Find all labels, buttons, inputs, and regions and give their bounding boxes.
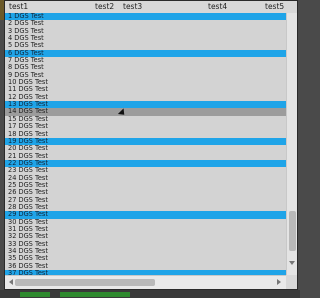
list-row[interactable]: 10 DGS Test <box>5 79 286 86</box>
column-header-test1[interactable]: test1 <box>9 1 28 13</box>
horizontal-scrollbar[interactable] <box>5 275 286 289</box>
list-row[interactable]: 4 DGS Test <box>5 35 286 42</box>
list-row[interactable]: 20 DGS Test <box>5 145 286 152</box>
column-header-test5[interactable]: test5 <box>265 1 284 13</box>
list-row[interactable]: 7 DGS Test <box>5 57 286 64</box>
list-row[interactable]: 6 DGS Test <box>5 49 286 58</box>
scroll-left-arrow-icon[interactable] <box>9 279 13 285</box>
list-row[interactable]: 9 DGS Test <box>5 72 286 79</box>
vertical-scroll-thumb[interactable] <box>289 211 296 251</box>
list-row[interactable]: 2 DGS Test <box>5 20 286 27</box>
list-row[interactable]: 24 DGS Test <box>5 175 286 182</box>
list-row[interactable]: 36 DGS Test <box>5 263 286 270</box>
list-row[interactable]: 34 DGS Test <box>5 248 286 255</box>
column-header-test4[interactable]: test4 <box>208 1 227 13</box>
list-row[interactable]: 26 DGS Test <box>5 189 286 196</box>
list-row[interactable]: 11 DGS Test <box>5 86 286 93</box>
list-row[interactable]: 18 DGS Test <box>5 131 286 138</box>
list-row[interactable]: 21 DGS Test <box>5 153 286 160</box>
scroll-right-arrow-icon[interactable] <box>277 279 281 285</box>
list-row[interactable]: 30 DGS Test <box>5 219 286 226</box>
list-row[interactable]: 33 DGS Test <box>5 241 286 248</box>
list-row[interactable]: 29 DGS Test <box>5 211 286 219</box>
gridlist-window: test1 test2 test3 test4 test5 1 DGS Test… <box>4 0 298 290</box>
list-row[interactable]: 1 DGS Test <box>5 13 286 21</box>
list-row[interactable]: 23 DGS Test <box>5 167 286 174</box>
gridlist-rows: 1 DGS Test 2 DGS Test 3 DGS Test 4 DGS Test… <box>5 13 286 275</box>
column-header-test2[interactable]: test2 <box>95 1 114 13</box>
list-row[interactable]: 3 DGS Test <box>5 28 286 35</box>
list-row[interactable]: 8 DGS Test <box>5 64 286 71</box>
vertical-scrollbar[interactable] <box>286 13 297 275</box>
list-row[interactable]: 25 DGS Test <box>5 182 286 189</box>
list-row[interactable]: 32 DGS Test <box>5 233 286 240</box>
list-row[interactable]: 14 DGS Test <box>5 108 286 116</box>
list-row[interactable]: 17 DGS Test <box>5 123 286 130</box>
list-row[interactable]: 13 DGS Test <box>5 101 286 109</box>
list-row[interactable]: 12 DGS Test <box>5 94 286 101</box>
horizontal-scroll-thumb[interactable] <box>15 279 155 286</box>
list-row[interactable]: 19 DGS Test <box>5 137 286 146</box>
list-row[interactable]: 15 DGS Test <box>5 116 286 123</box>
scrollbar-corner <box>286 275 297 289</box>
list-row[interactable]: 5 DGS Test <box>5 42 286 49</box>
background-status-strip <box>0 290 300 298</box>
list-row[interactable]: 31 DGS Test <box>5 226 286 233</box>
scroll-down-arrow-icon[interactable] <box>289 261 295 265</box>
list-row[interactable]: 22 DGS Test <box>5 159 286 168</box>
list-row[interactable]: 28 DGS Test <box>5 204 286 211</box>
column-header-test3[interactable]: test3 <box>123 1 142 13</box>
list-row[interactable]: 27 DGS Test <box>5 197 286 204</box>
list-row[interactable]: 35 DGS Test <box>5 255 286 262</box>
